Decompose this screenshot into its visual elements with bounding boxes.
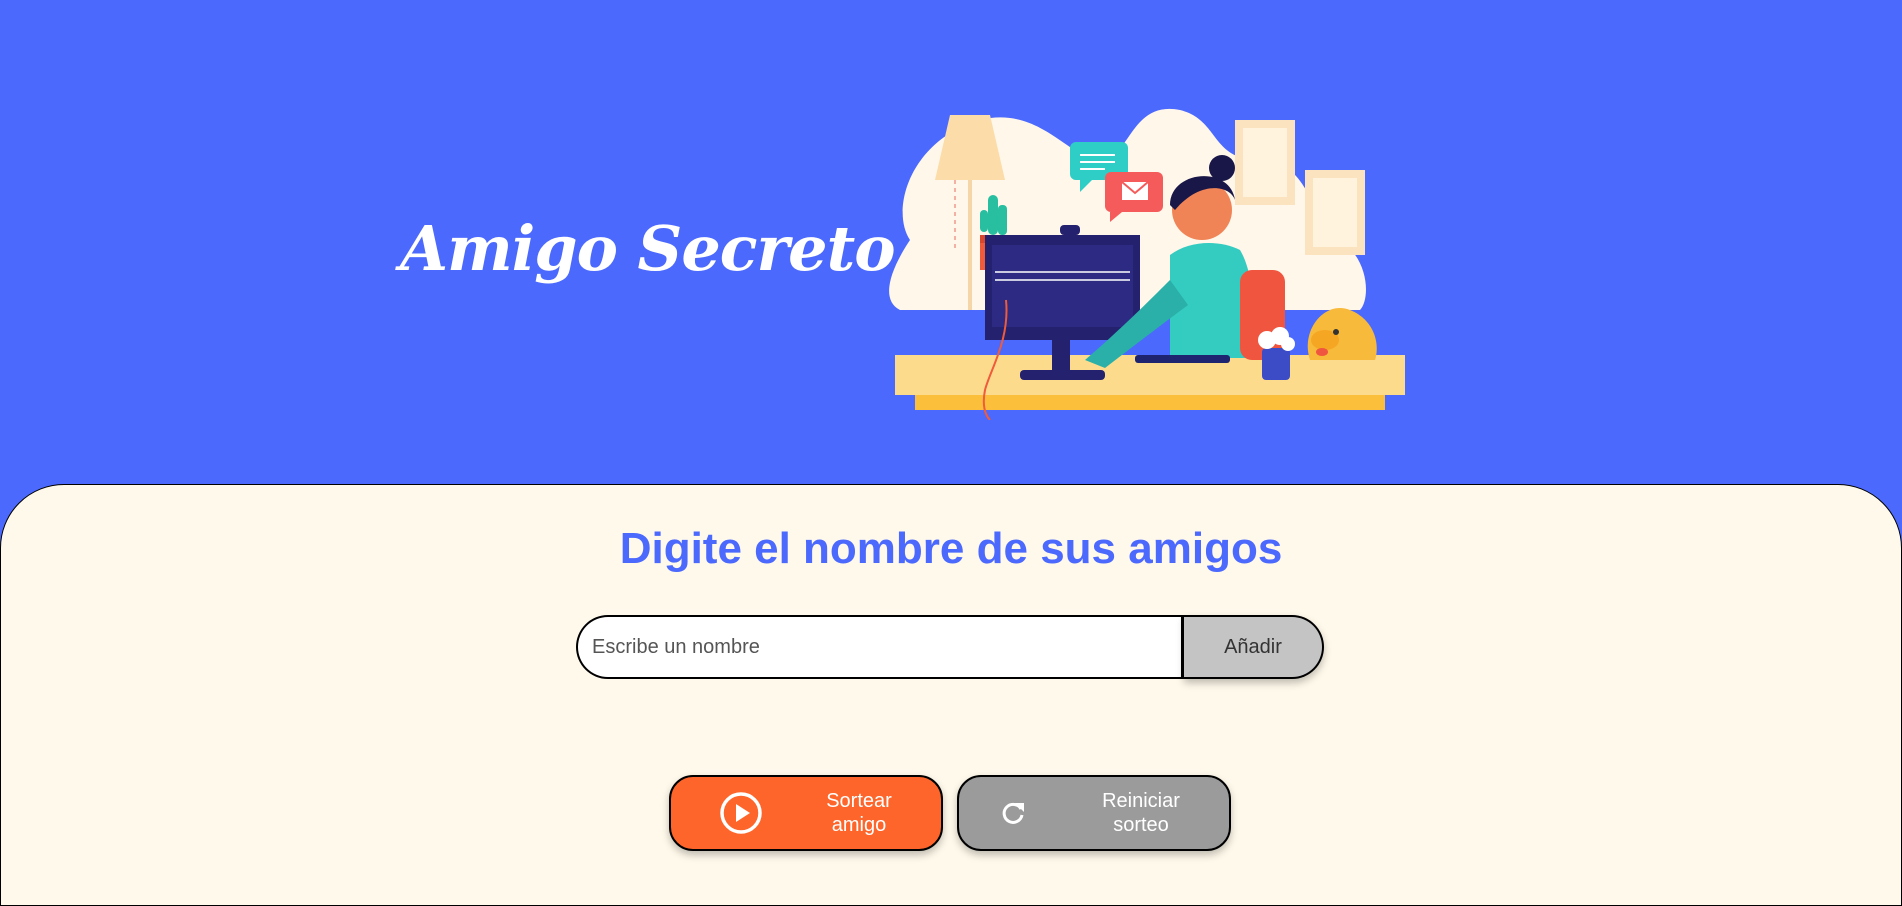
draw-friend-label: Sortear amigo: [826, 790, 892, 836]
section-title: Digite el nombre de sus amigos: [619, 524, 1283, 573]
header-banner: Amigo Secreto: [0, 0, 1902, 484]
person-at-computer-illustration: [889, 108, 1405, 420]
reset-draw-button[interactable]: Reiniciar sorteo: [957, 775, 1231, 851]
play-circle-icon: [720, 792, 762, 834]
name-input[interactable]: [576, 615, 1184, 679]
refresh-icon: [1002, 802, 1024, 824]
add-button[interactable]: Añadir: [1184, 615, 1324, 679]
app-title: Amigo Secreto: [400, 212, 896, 285]
add-friend-form: Añadir: [576, 615, 1324, 679]
reset-draw-label: Reiniciar sorteo: [1102, 790, 1180, 836]
draw-friend-button[interactable]: Sortear amigo: [669, 775, 943, 851]
